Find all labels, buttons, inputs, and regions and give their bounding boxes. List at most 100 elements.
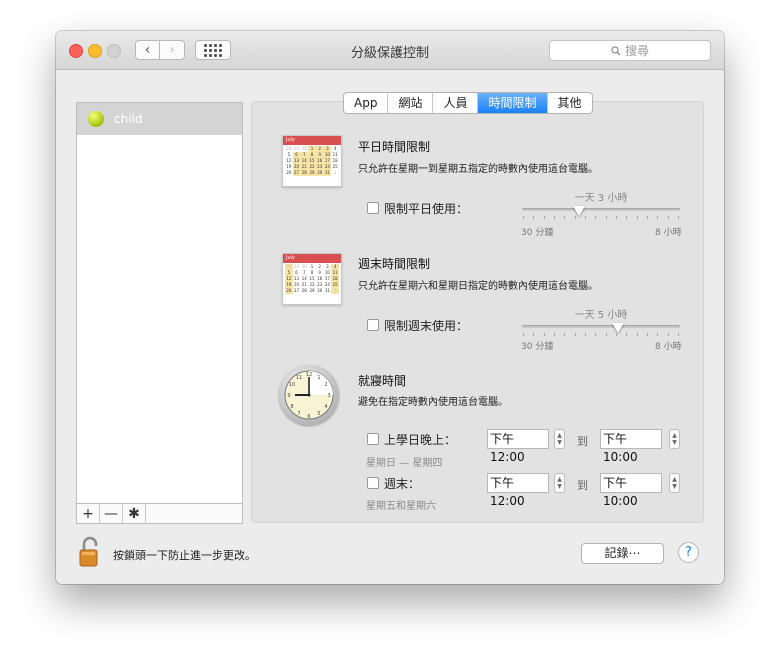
weekend-from-stepper[interactable]: ▲ ▼ [554, 473, 565, 493]
slider-tick [646, 216, 648, 219]
weekend-slider[interactable] [522, 325, 680, 328]
school-night-to-label: 到 [577, 435, 588, 448]
svg-text:10: 10 [289, 382, 295, 388]
calendar-day: 26 [285, 288, 293, 294]
slider-tick [615, 216, 617, 219]
remove-user-button[interactable]: — [100, 504, 123, 523]
help-button[interactable]: ? [678, 542, 699, 563]
slider-tick [533, 333, 535, 336]
slider-tick [667, 216, 669, 219]
school-night-note: 星期日 — 星期四 [366, 458, 443, 469]
weekend-to-label: 到 [577, 479, 588, 492]
svg-text:5: 5 [317, 411, 320, 417]
school-night-to-stepper[interactable]: ▲ ▼ [669, 429, 680, 449]
tab-time-limits[interactable]: 時間限制 [478, 93, 548, 113]
weekend-to-stepper[interactable]: ▲ ▼ [669, 473, 680, 493]
lock-icon[interactable] [78, 536, 102, 572]
slider-tick [584, 216, 586, 219]
bedtime-desc: 避免在指定時數內使用這台電腦。 [358, 397, 508, 408]
weekend-bedtime-checkbox[interactable] [367, 477, 379, 489]
weekend-bedtime-label: 週末： [384, 477, 421, 491]
slider-tick [677, 216, 679, 219]
weekend-limit-label: 限制週末使用： [384, 319, 469, 333]
weekend-calendar-icon: July 28 29 30 1 2 3 4 5 6 7 8 9 10 11 12 13 14 15 16 17 18 19… [282, 253, 342, 305]
calendar-month: July [283, 254, 341, 263]
calendar-day: 1 [333, 170, 337, 175]
svg-text:9: 9 [287, 393, 290, 399]
tab-apps[interactable]: App [344, 93, 389, 113]
search-input[interactable]: 搜尋 [549, 40, 711, 61]
weekend-limit-checkbox[interactable] [367, 319, 379, 331]
weekend-bedtime-note: 星期五和星期六 [366, 501, 436, 512]
weekday-slider-thumb[interactable] [572, 206, 585, 216]
lock-hint: 按鎖頭一下防止進一步更改。 [113, 549, 256, 562]
weekend-to-field[interactable]: 下午10:00 [600, 473, 662, 508]
slider-tick [543, 333, 545, 336]
slider-tick [523, 333, 524, 336]
calendar-grid: 28 29 30 1 2 3 4 5 6 7 8 9 10 11 12 13 14 15 16 17 18 19 20 21 2… [283, 263, 341, 295]
slider-tick [523, 216, 524, 219]
calendar-day: 30 [317, 288, 323, 293]
calendar-day: 28 [300, 170, 309, 176]
weekday-desc: 只允許在星期一到星期五指定的時數內使用這台電腦。 [358, 164, 598, 175]
school-night-to-field[interactable]: 下午10:00 [600, 429, 662, 464]
svg-text:4: 4 [324, 404, 327, 410]
tab-web[interactable]: 網站 [388, 93, 434, 113]
slider-tick [667, 333, 669, 336]
slider-tick [636, 216, 638, 219]
weekday-slider-value: 一天 3 小時 [574, 193, 628, 204]
svg-text:1: 1 [317, 375, 320, 381]
tab-people[interactable]: 人員 [433, 93, 479, 113]
calendar-day: 29 [309, 288, 315, 293]
add-user-button[interactable]: + [77, 504, 100, 523]
school-night-from-field[interactable]: 下午12:00 [487, 429, 549, 464]
slider-tick [595, 216, 597, 219]
gear-icon[interactable]: ✱ [123, 504, 146, 523]
bedtime-title: 就寢時間 [358, 374, 407, 388]
user-list[interactable]: child [76, 102, 243, 523]
user-name: child [114, 112, 143, 126]
calendar-day: 31 [323, 170, 332, 176]
weekend-slider-min: 30 分鐘 [521, 342, 554, 352]
school-night-checkbox[interactable] [367, 433, 379, 445]
weekend-desc: 只允許在星期六和星期日指定的時數內使用這台電腦。 [358, 281, 598, 292]
slider-tick [553, 216, 555, 219]
svg-text:7: 7 [297, 411, 300, 417]
slider-tick [543, 216, 545, 219]
slider-tick [574, 216, 576, 219]
slider-tick [605, 333, 607, 336]
slider-tick [605, 216, 607, 219]
calendar-day: 26 [286, 170, 292, 175]
preferences-window: ‹ › 分級保護控制 搜尋 child + — ✱ App 網站 人員 時間限制… [56, 31, 724, 584]
clock-icon: 12 1 2 345 678 9 10 11 [279, 365, 339, 425]
weekday-limit-checkbox[interactable] [367, 202, 379, 214]
weekend-from-field[interactable]: 下午12:00 [487, 473, 549, 508]
tennis-ball-avatar-icon [88, 111, 104, 127]
slider-tick [595, 333, 597, 336]
slider-tick [677, 333, 679, 336]
search-placeholder: 搜尋 [624, 44, 649, 58]
calendar-day: 28 [301, 288, 307, 293]
calendar-day: 1 [331, 288, 339, 294]
slider-tick [533, 216, 535, 219]
user-item-child[interactable]: child [77, 103, 242, 135]
school-night-from-stepper[interactable]: ▲ ▼ [554, 429, 565, 449]
svg-text:11: 11 [296, 375, 302, 381]
logs-button[interactable]: 記錄⋯ [581, 543, 664, 564]
school-night-label: 上學日晚上： [384, 433, 457, 447]
weekday-title: 平日時間限制 [358, 140, 431, 154]
weekend-slider-max: 8 小時 [655, 342, 682, 352]
user-list-toolbar: + — ✱ [76, 503, 243, 524]
weekday-limit-label: 限制平日使用： [384, 202, 469, 216]
calendar-day: 27 [292, 170, 301, 176]
calendar-day: 31 [324, 288, 330, 293]
slider-tick [564, 216, 566, 219]
weekend-slider-thumb[interactable] [612, 323, 625, 333]
slider-tick [657, 216, 659, 219]
tab-other[interactable]: 其他 [548, 93, 592, 113]
svg-text:2: 2 [324, 382, 327, 388]
calendar-day: 27 [294, 288, 300, 293]
slider-tick [626, 333, 628, 336]
weekday-slider[interactable] [522, 208, 680, 211]
svg-text:3: 3 [327, 393, 330, 399]
